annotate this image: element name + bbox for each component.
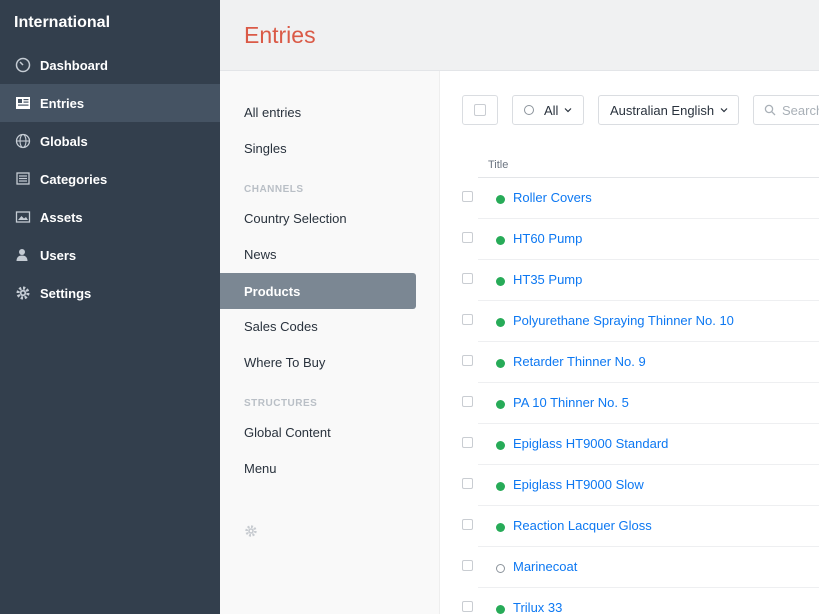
row-checkbox[interactable]	[462, 478, 473, 489]
status-live-icon	[496, 441, 505, 450]
status-circle-icon	[524, 105, 534, 115]
assets-icon	[14, 208, 32, 226]
entry-title-link[interactable]: PA 10 Thinner No. 5	[513, 395, 629, 410]
row-checkbox[interactable]	[462, 355, 473, 366]
site-name[interactable]: International	[14, 14, 110, 32]
table-row[interactable]: Trilux 33	[462, 588, 819, 614]
structures-heading: STRUCTURES	[244, 398, 318, 409]
dashboard-icon	[14, 56, 32, 74]
gear-icon	[14, 284, 32, 302]
entry-title-link[interactable]: Polyurethane Spraying Thinner No. 10	[513, 313, 734, 328]
nav-item-label: Users	[40, 247, 77, 263]
entry-title-link[interactable]: HT60 Pump	[513, 231, 582, 246]
row-checkbox[interactable]	[462, 601, 473, 612]
table-row[interactable]: Reaction Lacquer Gloss	[462, 506, 819, 547]
status-live-icon	[496, 195, 505, 204]
source-menu[interactable]: Menu	[220, 450, 416, 486]
entry-title-link[interactable]: Retarder Thinner No. 9	[513, 354, 646, 369]
status-live-icon	[496, 359, 505, 368]
sources-settings-gear-icon[interactable]	[244, 524, 258, 538]
entry-title-link[interactable]: Epiglass HT9000 Standard	[513, 436, 668, 451]
nav-item-label: Dashboard	[40, 57, 108, 73]
entry-title-link[interactable]: Epiglass HT9000 Slow	[513, 477, 644, 492]
row-checkbox[interactable]	[462, 314, 473, 325]
row-checkbox[interactable]	[462, 396, 473, 407]
row-checkbox[interactable]	[462, 437, 473, 448]
status-live-icon	[496, 236, 505, 245]
main-nav: Dashboard Entries Globals Categories Ass…	[0, 46, 220, 312]
search-placeholder: Search	[782, 102, 819, 118]
entries-main: All Australian English Search Title Roll…	[440, 71, 819, 614]
nav-item-label: Categories	[40, 171, 108, 187]
entries-icon	[14, 94, 32, 112]
source-products[interactable]: Products	[220, 273, 416, 309]
row-checkbox[interactable]	[462, 519, 473, 530]
users-icon	[14, 246, 32, 264]
status-filter-label: All	[544, 102, 559, 118]
table-row[interactable]: HT60 Pump	[462, 219, 819, 260]
status-live-icon	[496, 605, 505, 614]
select-all-checkbox[interactable]	[474, 104, 486, 116]
table-row[interactable]: Epiglass HT9000 Standard	[462, 424, 819, 465]
nav-item-globals[interactable]: Globals	[0, 122, 220, 160]
locale-menu[interactable]: Australian English	[598, 95, 739, 125]
source-singles[interactable]: Singles	[220, 130, 416, 166]
chevron-down-icon	[720, 108, 728, 113]
status-live-icon	[496, 523, 505, 532]
globe-icon	[14, 132, 32, 150]
page-title: Entries	[244, 22, 316, 48]
status-live-icon	[496, 318, 505, 327]
nav-item-assets[interactable]: Assets	[0, 198, 220, 236]
status-disabled-icon	[496, 564, 505, 573]
chevron-down-icon	[565, 108, 572, 113]
nav-item-label: Globals	[40, 133, 88, 149]
row-checkbox[interactable]	[462, 232, 473, 243]
table-row[interactable]: Marinecoat	[462, 547, 819, 588]
nav-item-dashboard[interactable]: Dashboard	[0, 46, 220, 84]
table-row[interactable]: Roller Covers	[462, 178, 819, 219]
entry-title-link[interactable]: Roller Covers	[513, 190, 592, 205]
row-checkbox[interactable]	[462, 273, 473, 284]
entry-title-link[interactable]: Reaction Lacquer Gloss	[513, 518, 652, 533]
table-row[interactable]: HT35 Pump	[462, 260, 819, 301]
select-all-button[interactable]	[462, 95, 498, 125]
search-icon	[764, 104, 776, 116]
row-checkbox[interactable]	[462, 560, 473, 571]
entry-title-link[interactable]: HT35 Pump	[513, 272, 582, 287]
table-row[interactable]: Epiglass HT9000 Slow	[462, 465, 819, 506]
entry-title-link[interactable]: Marinecoat	[513, 559, 577, 574]
categories-icon	[14, 170, 32, 188]
table-row[interactable]: Polyurethane Spraying Thinner No. 10	[462, 301, 819, 342]
entry-title-link[interactable]: Trilux 33	[513, 600, 562, 614]
nav-item-users[interactable]: Users	[0, 236, 220, 274]
nav-item-label: Entries	[40, 95, 85, 111]
source-global-content[interactable]: Global Content	[220, 414, 416, 450]
table-row[interactable]: PA 10 Thinner No. 5	[462, 383, 819, 424]
source-all-entries[interactable]: All entries	[220, 94, 416, 130]
source-country-selection[interactable]: Country Selection	[220, 200, 416, 236]
table-row[interactable]: Retarder Thinner No. 9	[462, 342, 819, 383]
channels-heading: CHANNELS	[244, 184, 304, 195]
status-live-icon	[496, 277, 505, 286]
source-news[interactable]: News	[220, 236, 416, 272]
nav-item-entries[interactable]: Entries	[0, 84, 220, 122]
sources-sidebar: All entries Singles CHANNELS Country Sel…	[220, 71, 440, 614]
page-header: Entries	[220, 0, 819, 71]
status-live-icon	[496, 400, 505, 409]
status-filter-menu[interactable]: All	[512, 95, 584, 125]
nav-item-label: Assets	[40, 209, 83, 225]
row-checkbox[interactable]	[462, 191, 473, 202]
nav-item-label: Settings	[40, 285, 92, 301]
search-input[interactable]: Search	[753, 95, 819, 125]
column-header-title[interactable]: Title	[488, 159, 508, 171]
source-where-to-buy[interactable]: Where To Buy	[220, 344, 416, 380]
global-sidebar: International Dashboard Entries Globals …	[0, 0, 220, 614]
locale-label: Australian English	[610, 102, 715, 118]
nav-item-categories[interactable]: Categories	[0, 160, 220, 198]
status-live-icon	[496, 482, 505, 491]
nav-item-settings[interactable]: Settings	[0, 274, 220, 312]
source-sales-codes[interactable]: Sales Codes	[220, 308, 416, 344]
